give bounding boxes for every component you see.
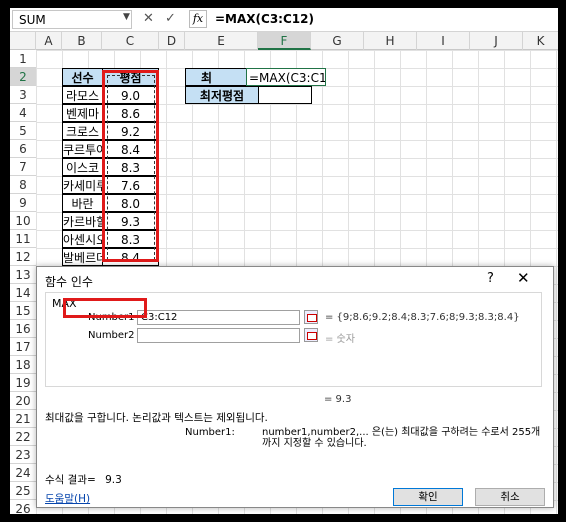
collapse-dialog-icon[interactable] [304,310,318,324]
arg-highlight-box [63,298,147,318]
player-name-cell[interactable]: 발베르데 [62,248,103,266]
player-name-cell[interactable]: 크로스 [62,122,103,140]
ok-button[interactable]: 확인 [393,488,463,506]
row-header[interactable]: 23 [10,446,36,464]
row-header[interactable]: 7 [10,158,36,176]
help-link[interactable]: 도움말(H) [45,491,90,506]
row-header[interactable]: 9 [10,194,36,212]
row-header[interactable]: 15 [10,302,36,320]
row-header[interactable]: 17 [10,338,36,356]
number2-input[interactable] [137,328,300,343]
row-header[interactable]: 18 [10,356,36,374]
header-player[interactable]: 선수 [62,68,103,86]
row-header[interactable]: 11 [10,230,36,248]
formula-result: 수식 결과= 9.3 [45,472,122,487]
row-header[interactable]: 24 [10,464,36,482]
formula-buttons: ✕ ✓ fx [137,10,209,29]
player-name-cell[interactable]: 이스코 [62,158,103,176]
row-header[interactable]: 2 [10,68,36,86]
enter-entry-icon[interactable]: ✓ [165,11,176,27]
player-name-cell[interactable]: 바란 [62,194,103,212]
cancel-button[interactable]: 취소 [475,488,545,506]
arg-description: number1,number2,... 은(는) 최대값을 구하려는 수로서 2… [262,427,541,449]
row-header[interactable]: 12 [10,248,36,266]
player-name-cell[interactable]: 카르바할 [62,212,103,230]
dialog-title: 함수 인수 [45,275,93,289]
min-score-cell[interactable] [258,86,312,104]
collapse-dialog-icon[interactable] [304,328,318,342]
row-header[interactable]: 20 [10,392,36,410]
formula-bar: SUM ▼ ✕ ✓ fx =MAX(C3:C12) [10,8,558,32]
player-name-cell[interactable]: 쿠르투아 [62,140,103,158]
row-header[interactable]: 21 [10,410,36,428]
arg-desc-label: Number1: [185,427,235,438]
row-header[interactable]: 14 [10,284,36,302]
column-header[interactable]: C [102,32,159,50]
column-header[interactable]: H [364,32,417,50]
column-header[interactable]: A [36,32,62,50]
column-header[interactable]: I [417,32,470,50]
range-highlight-box [102,70,159,262]
row-header[interactable]: 4 [10,104,36,122]
function-description: 최대값을 구합니다. 논리값과 텍스트는 제외됩니다. [45,412,268,424]
player-name-cell[interactable]: 카세미루 [62,176,103,194]
row-header[interactable]: 1 [10,50,36,68]
row-header[interactable]: 6 [10,140,36,158]
arg1-result: = {9;8.6;9.2;8.4;8.3;7.6;8;9.3;8.3;8.4} [325,312,520,323]
overall-result: = 9.3 [324,394,352,405]
row-header[interactable]: 25 [10,482,36,500]
min-score-label[interactable]: 최저평점 [185,86,259,104]
chevron-down-icon[interactable]: ▼ [123,12,130,22]
column-header[interactable]: F [258,32,311,50]
column-header[interactable]: J [470,32,523,50]
row-header[interactable]: 16 [10,320,36,338]
help-icon[interactable]: ? [487,271,494,286]
row-header[interactable]: 19 [10,374,36,392]
player-name-cell[interactable]: 라모스 [62,86,103,104]
player-name-cell[interactable]: 벤제마 [62,104,103,122]
select-all-corner[interactable] [10,32,36,50]
row-header[interactable]: 26 [10,500,36,514]
arg2-result: = 숫자 [325,334,355,345]
player-name-cell[interactable]: 아센시오 [62,230,103,248]
column-header[interactable]: D [159,32,185,50]
result-label: 수식 결과= [45,474,96,486]
close-icon[interactable]: ✕ [517,269,530,287]
row-header[interactable]: 5 [10,122,36,140]
active-cell-f2[interactable]: =MAX(C3:C12) [246,68,326,86]
row-header[interactable]: 10 [10,212,36,230]
number1-input[interactable]: C3:C12 [137,310,300,325]
insert-function-icon[interactable]: fx [189,10,207,28]
excel-window: SUM ▼ ✕ ✓ fx =MAX(C3:C12) A B C D E F G … [10,8,558,514]
name-box[interactable]: SUM [12,10,132,29]
row-header[interactable]: 8 [10,176,36,194]
column-header[interactable]: K [523,32,558,50]
arg2-label: Number2 [88,330,135,341]
formula-input[interactable]: =MAX(C3:C12) [215,12,314,26]
column-header[interactable]: B [62,32,102,50]
row-header[interactable]: 13 [10,266,36,284]
column-headers: A B C D E F G H I J K [10,32,558,50]
row-header[interactable]: 3 [10,86,36,104]
column-header[interactable]: E [185,32,258,50]
cancel-entry-icon[interactable]: ✕ [143,11,154,27]
column-header[interactable]: G [311,32,364,50]
result-value: 9.3 [105,474,122,486]
row-header[interactable]: 22 [10,428,36,446]
